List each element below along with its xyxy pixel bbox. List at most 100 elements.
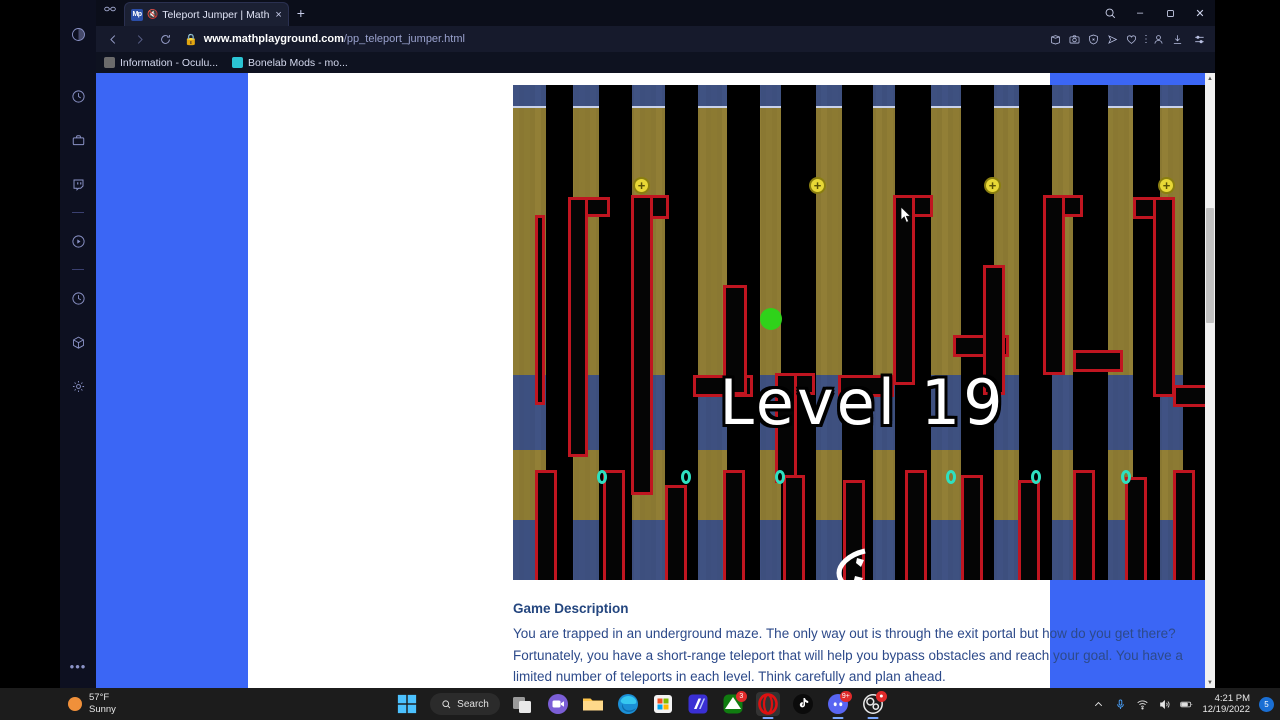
play-circle-icon[interactable] — [60, 219, 96, 263]
coin-pickup: + — [809, 177, 826, 194]
copilot-circle-icon[interactable] — [60, 12, 96, 56]
maze-wall — [905, 470, 927, 580]
favorites-heart-icon[interactable] — [1122, 26, 1141, 52]
file-explorer-icon[interactable] — [581, 692, 605, 716]
bookmark-favicon — [232, 57, 244, 68]
scrollbar-thumb[interactable] — [1206, 208, 1214, 323]
tiktok-icon[interactable] — [791, 692, 815, 716]
notification-badge[interactable]: 5 — [1259, 696, 1274, 712]
twitch-icon[interactable] — [60, 162, 96, 206]
maze-wall — [1073, 470, 1095, 580]
rail-divider — [72, 212, 84, 213]
show-hidden-icons[interactable] — [1092, 698, 1105, 711]
coin-pickup: + — [1158, 177, 1175, 194]
lock-icon: 🔒 — [184, 33, 198, 46]
back-button[interactable] — [100, 26, 126, 52]
page-scrollbar[interactable]: ▲ ▼ — [1205, 73, 1215, 688]
minimize-button[interactable]: – — [1125, 0, 1155, 26]
player-character — [835, 548, 875, 580]
maze-wall — [961, 475, 983, 580]
maze-wall — [1173, 470, 1195, 580]
maze-wall — [535, 470, 557, 580]
teleport-portal — [775, 470, 785, 484]
search-box[interactable]: Search — [430, 693, 500, 715]
rail-more-button[interactable]: ••• — [60, 659, 96, 674]
box-3d-icon[interactable] — [60, 320, 96, 364]
maze-wall — [603, 470, 625, 580]
collections-icon[interactable] — [1046, 26, 1065, 52]
microsoft-store-icon[interactable] — [651, 692, 675, 716]
browser-toolbar: 🔒 www.mathplayground.com/pp_teleport_jum… — [96, 26, 1215, 52]
level-label: Level 19 — [719, 366, 1006, 439]
history-clock-icon[interactable] — [60, 276, 96, 320]
meet-now-camera-icon[interactable] — [546, 692, 570, 716]
system-tray: 4:21 PM 12/19/2022 5 — [1092, 688, 1274, 720]
search-icon[interactable] — [1095, 0, 1125, 26]
downloads-icon[interactable] — [1168, 26, 1187, 52]
microsoft-edge-icon[interactable] — [616, 692, 640, 716]
running-indicator — [867, 717, 879, 719]
game-canvas[interactable]: + + + + Level 19 — [513, 85, 1212, 580]
scroll-down-button[interactable]: ▼ — [1205, 677, 1215, 688]
url-text: www.mathplayground.com/pp_teleport_jumpe… — [204, 33, 465, 45]
browser-sidebar-rail: ••• — [60, 0, 96, 688]
battery-icon[interactable] — [1180, 698, 1193, 711]
maze-wall — [631, 195, 653, 495]
gear-icon[interactable] — [60, 364, 96, 408]
bookmark-item[interactable]: Bonelab Mods - mo... — [232, 57, 348, 69]
windows-taskbar: 57°F Sunny Search 3 9+ ● 4:21 PM 12/19/2… — [0, 688, 1280, 720]
maze-wall — [1125, 477, 1147, 580]
reload-button[interactable] — [152, 26, 178, 52]
speaker-muted-icon[interactable]: 🔇 — [147, 10, 158, 19]
forward-button[interactable] — [126, 26, 152, 52]
microphone-icon[interactable] — [1114, 698, 1127, 711]
clock-date: 12/19/2022 — [1202, 704, 1250, 715]
xbox-icon[interactable]: 3 — [721, 691, 747, 716]
teleport-portal — [1031, 470, 1041, 484]
close-button[interactable]: ✕ — [1185, 0, 1215, 26]
maze-wall — [1018, 480, 1040, 580]
bookmark-label: Information - Oculu... — [120, 56, 219, 69]
wifi-icon[interactable] — [1136, 698, 1149, 711]
obs-studio-icon[interactable]: ● — [861, 691, 887, 719]
running-indicator — [832, 717, 844, 719]
send-icon[interactable] — [1103, 26, 1122, 52]
xbox-badge: 3 — [735, 691, 747, 702]
search-compass-icon[interactable] — [60, 74, 96, 118]
maze-wall — [665, 485, 687, 580]
discord-icon[interactable]: 9+ — [826, 691, 852, 719]
opera-gx-icon[interactable] — [755, 692, 780, 719]
tab-strip: Mp 🔇 Teleport Jumper | Math × + – ✕ — [96, 0, 1215, 26]
volume-icon[interactable] — [1158, 698, 1171, 711]
maze-wall — [1043, 195, 1065, 375]
discord-badge: 9+ — [839, 691, 852, 702]
address-bar[interactable]: 🔒 www.mathplayground.com/pp_teleport_jum… — [178, 29, 1046, 49]
maze-wall — [783, 475, 805, 580]
close-icon[interactable]: × — [275, 9, 281, 21]
browser-tab-active[interactable]: Mp 🔇 Teleport Jumper | Math × — [124, 2, 289, 26]
settings-sliders-icon[interactable] — [1187, 26, 1211, 52]
media-app-icon[interactable] — [686, 692, 710, 716]
task-view-icon[interactable] — [511, 692, 535, 716]
new-tab-button[interactable]: + — [289, 0, 313, 26]
profile-person-icon[interactable] — [1149, 26, 1168, 52]
briefcase-icon[interactable] — [60, 118, 96, 162]
scroll-up-button[interactable]: ▲ — [1205, 73, 1215, 84]
page-viewport: + + + + Level 19 Game Description You ar… — [96, 73, 1215, 688]
coin-pickup: + — [633, 177, 650, 194]
bookmark-item[interactable]: Information - Oculu... — [104, 57, 218, 69]
page-content-sheet: + + + + Level 19 Game Description You ar… — [248, 73, 1212, 688]
tab-search-icon[interactable] — [96, 0, 124, 22]
clock[interactable]: 4:21 PM 12/19/2022 — [1202, 693, 1250, 716]
url-path: /pp_teleport_jumper.html — [343, 33, 465, 45]
more-dots-icon[interactable]: ⋮ — [1141, 34, 1151, 45]
rail-divider — [72, 269, 84, 270]
description-body: You are trapped in an underground maze. … — [513, 626, 1183, 684]
maximize-button[interactable] — [1155, 0, 1185, 26]
start-button[interactable] — [395, 692, 419, 716]
teleport-portal — [681, 470, 691, 484]
browser-essentials-icon[interactable] — [1084, 26, 1103, 52]
screenshot-icon[interactable] — [1065, 26, 1084, 52]
window-controls: – ✕ — [1095, 0, 1215, 26]
url-domain: www.mathplayground.com — [203, 33, 344, 45]
